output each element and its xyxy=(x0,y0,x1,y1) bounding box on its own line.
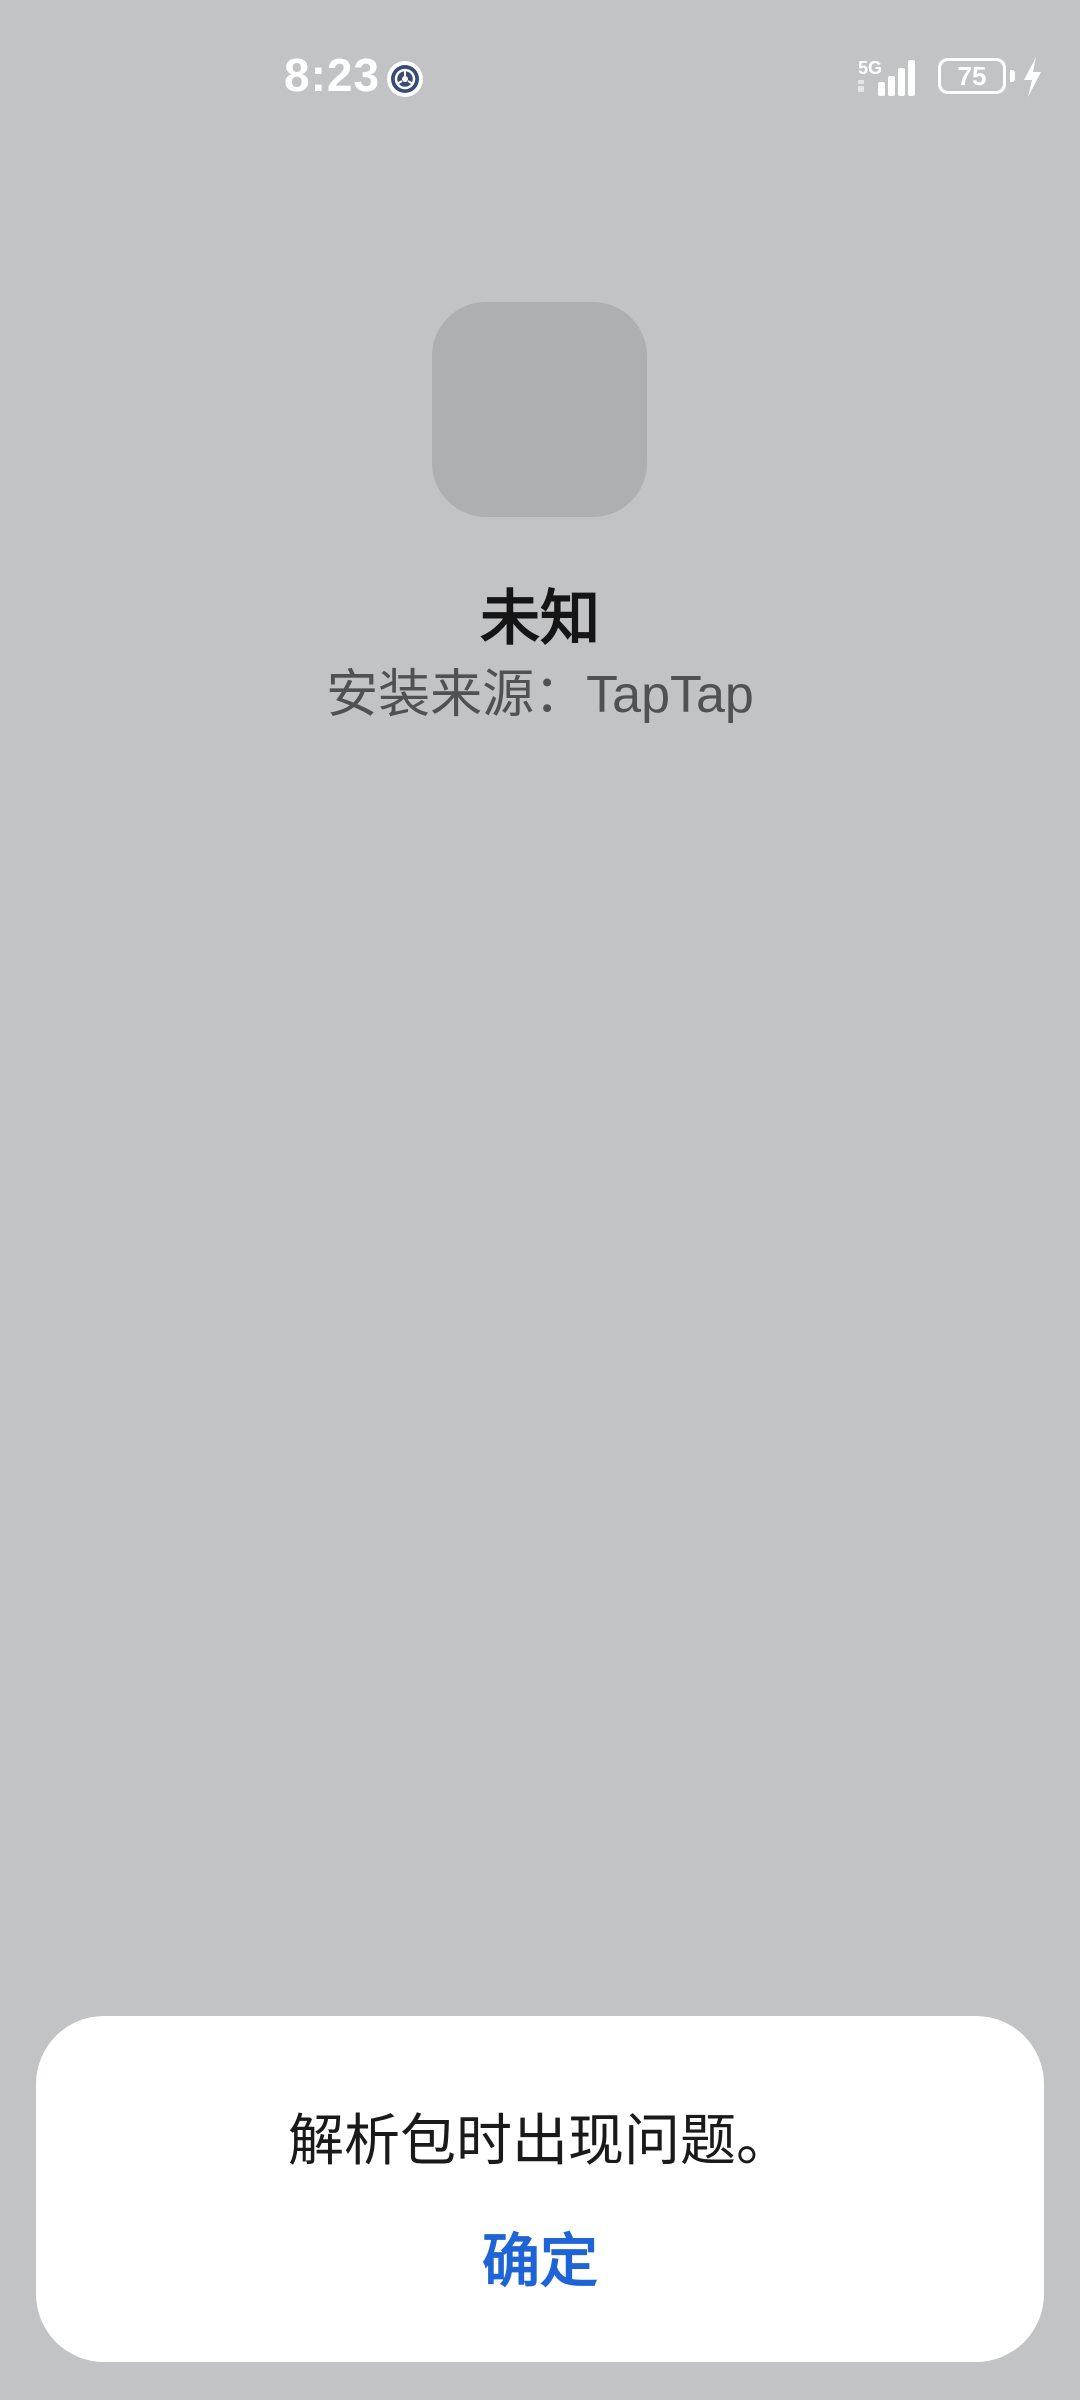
app-name: 未知 xyxy=(480,584,600,654)
install-source: 安装来源：TapTap xyxy=(0,652,1080,727)
confirm-button[interactable]: 确定 xyxy=(440,2216,640,2306)
signal-strength-icon xyxy=(858,60,915,96)
dialog-message: 解析包时出现问题。 xyxy=(288,2109,792,2174)
install-source-value: TapTap xyxy=(586,666,754,724)
battery-tip xyxy=(1010,70,1015,82)
status-bar: 8:23 5G 75 xyxy=(0,0,1080,150)
app-icon-placeholder xyxy=(432,302,647,517)
error-dialog: 解析包时出现问题。 确定 xyxy=(36,2016,1044,2362)
settings-gear-icon xyxy=(387,61,423,97)
status-time: 8:23 xyxy=(284,49,381,101)
charging-bolt-icon xyxy=(1024,57,1041,97)
battery-level: 75 xyxy=(957,61,987,91)
install-source-label: 安装来源： xyxy=(326,665,587,725)
